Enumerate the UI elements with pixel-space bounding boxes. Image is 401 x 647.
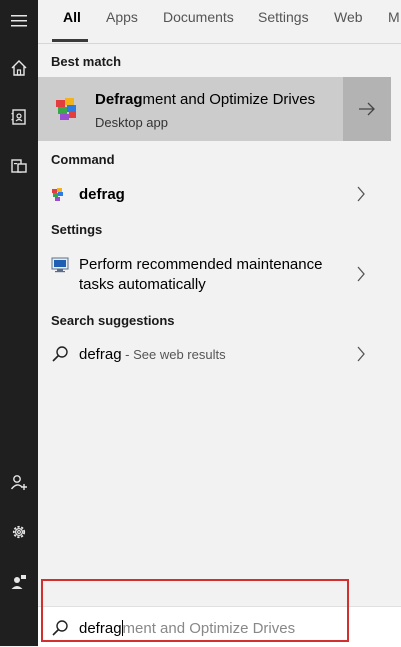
suggestion-item[interactable]: defrag - See web results	[38, 338, 391, 372]
chevron-right-icon	[357, 346, 365, 362]
settings-line-1: Perform recommended maintenance	[79, 256, 323, 273]
best-match-item[interactable]: Defragment and Optimize Drives Desktop a…	[38, 77, 343, 141]
tabs-divider	[38, 43, 401, 44]
add-account-icon[interactable]	[0, 463, 38, 501]
notebook-icon[interactable]	[0, 98, 38, 136]
home-icon[interactable]	[0, 49, 38, 87]
devices-icon[interactable]	[0, 147, 38, 185]
suggestion-text: defrag - See web results	[79, 346, 226, 363]
best-match-title-bold: Defrag	[95, 91, 143, 108]
command-item[interactable]: defrag	[38, 178, 391, 212]
left-rail	[0, 0, 38, 646]
arrow-right-icon	[359, 102, 375, 116]
open-arrow-button[interactable]	[343, 77, 391, 141]
defrag-app-icon	[51, 186, 67, 207]
suggestion-hint: - See web results	[121, 347, 226, 362]
tab-apps[interactable]: Apps	[106, 9, 138, 25]
feedback-icon[interactable]	[0, 563, 38, 601]
maintenance-settings-icon	[51, 257, 69, 278]
highlight-box	[41, 579, 349, 642]
hamburger-menu-icon[interactable]	[0, 2, 38, 40]
suggestion-term: defrag	[79, 346, 122, 363]
section-command: Command	[51, 152, 115, 167]
section-settings: Settings	[51, 222, 103, 237]
best-match-subtitle: Desktop app	[95, 115, 168, 130]
active-tab-indicator	[52, 39, 88, 42]
gear-icon[interactable]	[0, 513, 38, 551]
tab-web[interactable]: Web	[334, 9, 363, 25]
settings-item[interactable]: Perform recommended maintenance tasks au…	[38, 248, 391, 300]
tab-settings[interactable]: Settings	[258, 9, 309, 25]
section-best-match: Best match	[51, 54, 122, 69]
chevron-right-icon	[357, 186, 365, 202]
best-match-title: Defragment and Optimize Drives	[95, 91, 315, 108]
chevron-right-icon	[357, 266, 365, 282]
defrag-app-icon	[53, 95, 81, 128]
tab-all[interactable]: All	[63, 9, 81, 25]
search-icon	[52, 346, 68, 362]
best-match-title-rest: ment and Optimize Drives	[142, 91, 316, 108]
tab-more[interactable]: M	[388, 9, 400, 25]
section-search-suggestions: Search suggestions	[51, 313, 175, 328]
tab-documents[interactable]: Documents	[163, 9, 234, 25]
filter-tabs: All Apps Documents Settings Web M	[38, 0, 401, 42]
command-label: defrag	[79, 186, 125, 203]
settings-line-2: tasks automatically	[79, 276, 206, 293]
search-results-panel: All Apps Documents Settings Web M Best m…	[38, 0, 401, 646]
